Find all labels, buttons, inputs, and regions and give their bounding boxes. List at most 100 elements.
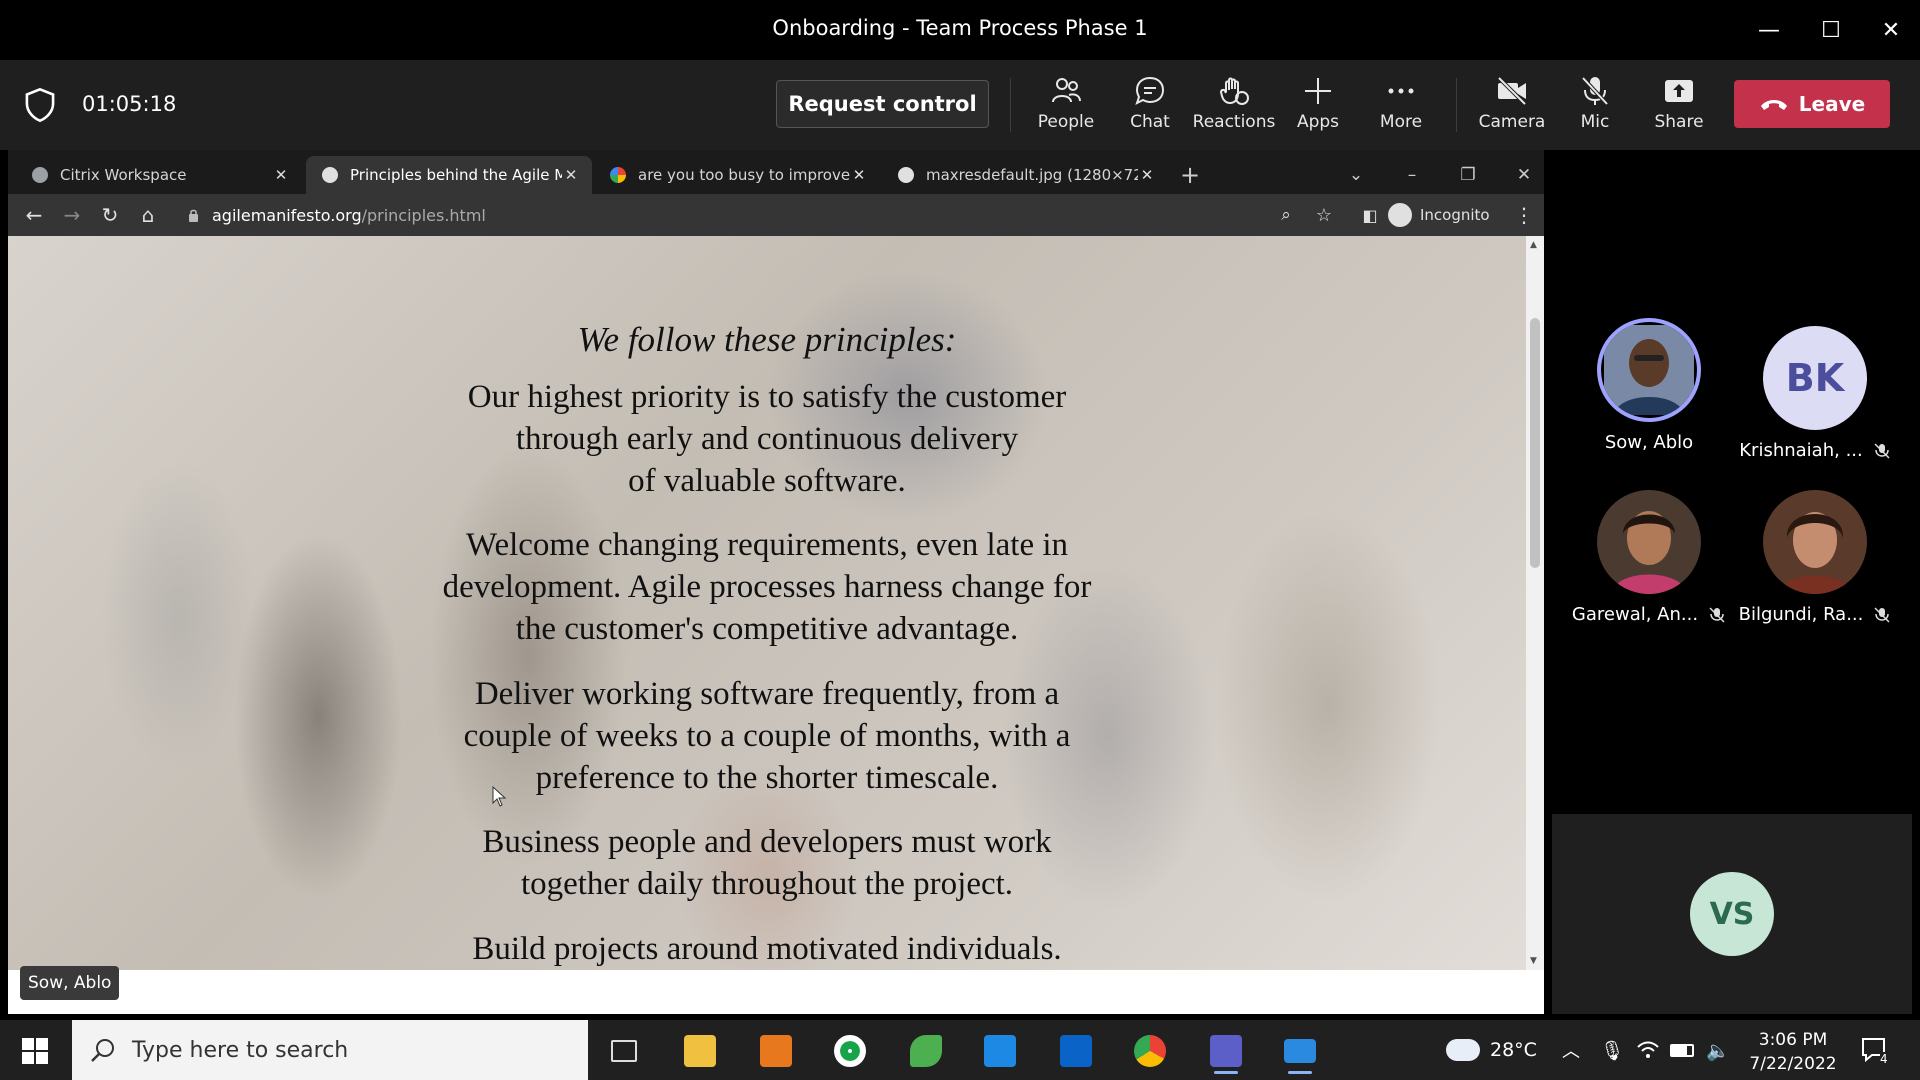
taskbar-search-box[interactable]: Type here to search [72, 1020, 588, 1080]
tab-close-icon[interactable]: ✕ [1138, 166, 1156, 184]
outlook-icon[interactable] [1046, 1028, 1106, 1074]
system-clock[interactable]: 3:06 PM 7/22/2022 [1738, 1028, 1848, 1076]
browser-tab-strip: Citrix Workspace ✕ Principles behind the… [8, 150, 1544, 194]
more-dots-icon [1388, 88, 1414, 94]
browser-tab-active[interactable]: Principles behind the Agile Manif ✕ [306, 156, 592, 194]
mic-muted-icon [1874, 442, 1890, 459]
self-avatar-initials: VS [1690, 872, 1774, 956]
windows-taskbar: Type here to search 28°C ︿ 🎙 🔈 3:06 PM 7… [0, 1020, 1920, 1080]
self-video-tile[interactable]: VS [1552, 814, 1912, 1014]
mic-off-icon [1581, 76, 1609, 106]
forward-arrow-icon[interactable]: → [60, 203, 84, 227]
avatar [1597, 490, 1701, 594]
volume-icon[interactable]: 🔈 [1706, 1020, 1730, 1080]
leave-button[interactable]: Leave [1734, 80, 1890, 128]
reactions-label: Reactions [1192, 112, 1276, 132]
bookmark-star-icon[interactable]: ☆ [1312, 203, 1336, 227]
battery-icon[interactable] [1670, 1020, 1694, 1080]
close-button[interactable]: ✕ [1866, 10, 1916, 50]
presenter-name-tag: Sow, Ablo [20, 966, 120, 1000]
hang-up-icon [1760, 100, 1787, 110]
browser-tab[interactable]: maxresdefault.jpg (1280×720) ✕ [882, 156, 1168, 194]
avatar [1763, 490, 1867, 594]
back-arrow-icon[interactable]: ← [22, 203, 46, 227]
globe-favicon-icon [322, 167, 338, 183]
tab-title: Citrix Workspace [60, 166, 187, 184]
scroll-up-arrow-icon[interactable]: ▲ [1530, 240, 1537, 250]
browser-tab[interactable]: are you too busy to improve - Go ✕ [594, 156, 880, 194]
request-control-button[interactable]: Request control [776, 80, 989, 128]
participant-tile[interactable]: BK Krishnaiah, ... [1730, 326, 1900, 461]
tray-mic-icon[interactable]: 🎙 [1600, 1020, 1624, 1080]
chat-button[interactable]: Chat [1119, 72, 1181, 140]
side-panel-icon[interactable]: ◧ [1358, 203, 1382, 227]
avatar-initials: BK [1763, 326, 1867, 430]
browser-menu-icon[interactable]: ⋮ [1512, 203, 1536, 227]
principle-paragraph: Welcome changing requirements, even late… [442, 527, 1092, 647]
reload-icon[interactable]: ↻ [98, 203, 122, 227]
wifi-icon-svg [1637, 1041, 1659, 1058]
teams-icon[interactable] [1196, 1028, 1256, 1074]
principle-paragraph: Business people and developers must work… [482, 824, 1052, 902]
home-icon[interactable]: ⌂ [136, 203, 160, 227]
leave-label: Leave [1798, 92, 1866, 116]
tab-close-icon[interactable]: ✕ [272, 166, 290, 184]
browser-restore-icon[interactable]: ❐ [1450, 156, 1486, 194]
url-host: agilemanifesto.org [212, 205, 362, 225]
mic-button[interactable]: Mic [1564, 72, 1626, 140]
vscode-icon[interactable] [970, 1028, 1030, 1074]
apps-button[interactable]: Apps [1288, 72, 1348, 140]
participant-name: Bilgundi, Ra... [1730, 604, 1900, 625]
app-leaf-icon[interactable] [896, 1028, 956, 1074]
participant-tile[interactable]: Bilgundi, Ra... [1730, 490, 1900, 625]
scroll-down-arrow-icon[interactable]: ▼ [1530, 956, 1537, 966]
principle-paragraph: Build projects around motivated individu… [472, 931, 1062, 967]
weather-widget[interactable]: 28°C [1446, 1020, 1537, 1080]
minimize-button[interactable]: — [1744, 10, 1794, 50]
apps-label: Apps [1296, 112, 1340, 132]
person-photo-icon [1604, 325, 1694, 415]
app-orange-icon[interactable] [746, 1028, 806, 1074]
tab-close-icon[interactable]: ✕ [562, 166, 580, 184]
reactions-button[interactable]: Reactions [1192, 72, 1276, 140]
app-green-circle-icon[interactable] [820, 1028, 880, 1074]
zoom-icon[interactable]: ⌕ [1274, 203, 1298, 227]
maximize-button[interactable]: ☐ [1806, 10, 1856, 50]
file-explorer-icon[interactable] [670, 1028, 730, 1074]
browser-tab[interactable]: Citrix Workspace ✕ [16, 156, 302, 194]
citrix-favicon-icon [32, 167, 48, 183]
tab-search-chevron-icon[interactable]: ⌄ [1338, 156, 1374, 194]
people-button[interactable]: People [1035, 72, 1097, 140]
globe-favicon-icon [898, 167, 914, 183]
tab-title: are you too busy to improve - Go [638, 166, 850, 184]
participant-name: Garewal, An... [1564, 604, 1734, 625]
scrollbar-thumb[interactable] [1530, 318, 1540, 568]
title-bar: Onboarding - Team Process Phase 1 — ☐ ✕ [0, 0, 1920, 60]
share-button[interactable]: Share [1648, 72, 1710, 140]
url-field[interactable]: agilemanifesto.org/principles.html [188, 202, 486, 228]
tab-close-icon[interactable]: ✕ [850, 166, 868, 184]
chrome-icon[interactable] [1120, 1028, 1180, 1074]
participant-tile[interactable]: Sow, Ablo [1564, 318, 1734, 453]
notifications-button[interactable]: 4 [1860, 1020, 1890, 1080]
window-title: Onboarding - Team Process Phase 1 [772, 16, 1148, 40]
task-view-icon[interactable] [594, 1028, 654, 1074]
mic-muted-icon [1709, 606, 1725, 623]
search-placeholder: Type here to search [132, 1037, 349, 1063]
more-button[interactable]: More [1370, 72, 1432, 140]
camera-button[interactable]: Camera [1476, 72, 1548, 140]
browser-close-icon[interactable]: ✕ [1506, 156, 1542, 194]
page-viewport[interactable]: We follow these principles: Our highest … [8, 236, 1526, 970]
citrix-viewer-icon[interactable] [1270, 1028, 1330, 1074]
wifi-icon[interactable] [1636, 1020, 1660, 1080]
incognito-icon [1388, 203, 1412, 227]
clock-date: 7/22/2022 [1749, 1054, 1837, 1074]
page-scrollbar[interactable]: ▲ ▼ [1526, 236, 1544, 970]
browser-minimize-icon[interactable]: – [1394, 156, 1430, 194]
new-tab-plus-icon[interactable]: + [1172, 156, 1208, 194]
participant-tile[interactable]: Garewal, An... [1564, 490, 1734, 625]
incognito-indicator[interactable]: Incognito [1388, 202, 1490, 228]
windows-start-icon[interactable] [22, 1038, 48, 1064]
tray-chevron-up-icon[interactable]: ︿ [1562, 1020, 1580, 1080]
chat-label: Chat [1130, 112, 1170, 132]
